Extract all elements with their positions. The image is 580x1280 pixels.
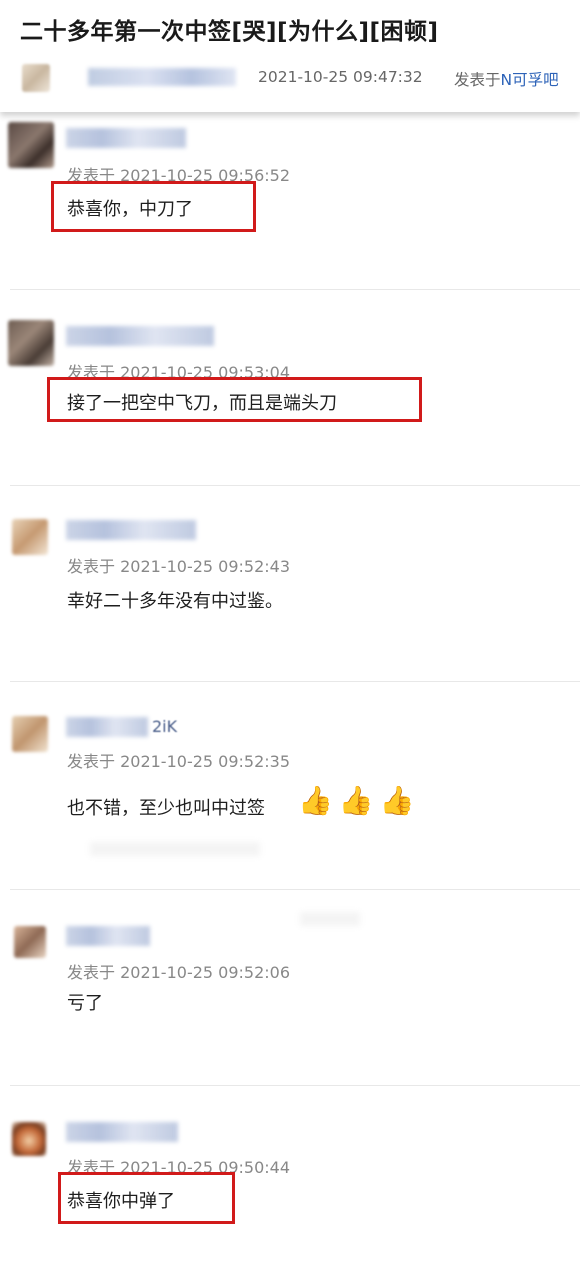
post-title: 二十多年第一次中签[哭][为什么][困顿] <box>20 19 439 45</box>
blurred-signature <box>90 842 260 856</box>
avatar[interactable] <box>8 122 54 168</box>
avatar[interactable] <box>12 519 48 555</box>
comment-item: 发表于 2021-10-25 09:52:06 亏了 <box>0 890 580 1086</box>
avatar[interactable] <box>8 320 54 366</box>
author-name-blurred[interactable] <box>88 68 236 86</box>
comment-item: 发表于 2021-10-25 09:53:04 接了一把空中飞刀，而且是端头刀 <box>0 290 580 486</box>
comment-item: 2iK 发表于 2021-10-25 09:52:35 也不错，至少也叫中过签 … <box>0 682 580 890</box>
comment-text: 接了一把空中飞刀，而且是端头刀 <box>67 393 337 414</box>
comment-item: 发表于 2021-10-25 09:52:43 幸好二十多年没有中过鉴。 <box>0 486 580 682</box>
username-blurred[interactable] <box>66 717 148 737</box>
avatar[interactable] <box>12 1122 46 1156</box>
comment-item: 发表于 2021-10-25 09:56:52 恭喜你，中刀了 <box>0 112 580 290</box>
comment-text: 也不错，至少也叫中过签 <box>67 798 265 819</box>
username-blurred[interactable] <box>66 1122 178 1142</box>
blurred-signature <box>300 912 360 926</box>
avatar[interactable] <box>12 716 48 752</box>
author-avatar[interactable] <box>22 64 50 92</box>
post-forum-info: 发表于N可孚吧 <box>454 68 559 90</box>
comment-time: 发表于 2021-10-25 09:52:06 <box>67 963 291 982</box>
comment-item: 发表于 2021-10-25 09:50:44 恭喜你中弹了 <box>0 1086 580 1280</box>
username-blurred[interactable] <box>66 926 150 946</box>
username-blurred[interactable] <box>66 326 214 346</box>
username-tail: 2iK <box>152 717 178 736</box>
comment-text: 亏了 <box>67 993 103 1014</box>
post-header: 二十多年第一次中签[哭][为什么][困顿] 2021-10-25 09:47:3… <box>0 0 580 112</box>
username-blurred[interactable] <box>66 520 196 540</box>
comment-text: 幸好二十多年没有中过鉴。 <box>67 591 283 612</box>
comment-text: 恭喜你中弹了 <box>67 1191 175 1212</box>
comment-time: 发表于 2021-10-25 09:52:35 <box>67 752 291 771</box>
comment-time: 发表于 2021-10-25 09:52:43 <box>67 557 291 576</box>
forum-link[interactable]: N可孚吧 <box>501 71 559 89</box>
avatar[interactable] <box>14 926 46 958</box>
comment-text: 恭喜你，中刀了 <box>67 199 193 220</box>
thumbs-up-icon: 👍👍👍 <box>298 784 421 817</box>
post-time: 2021-10-25 09:47:32 <box>258 68 423 86</box>
posted-in-label: 发表于 <box>454 71 501 89</box>
username-blurred[interactable] <box>66 128 186 148</box>
